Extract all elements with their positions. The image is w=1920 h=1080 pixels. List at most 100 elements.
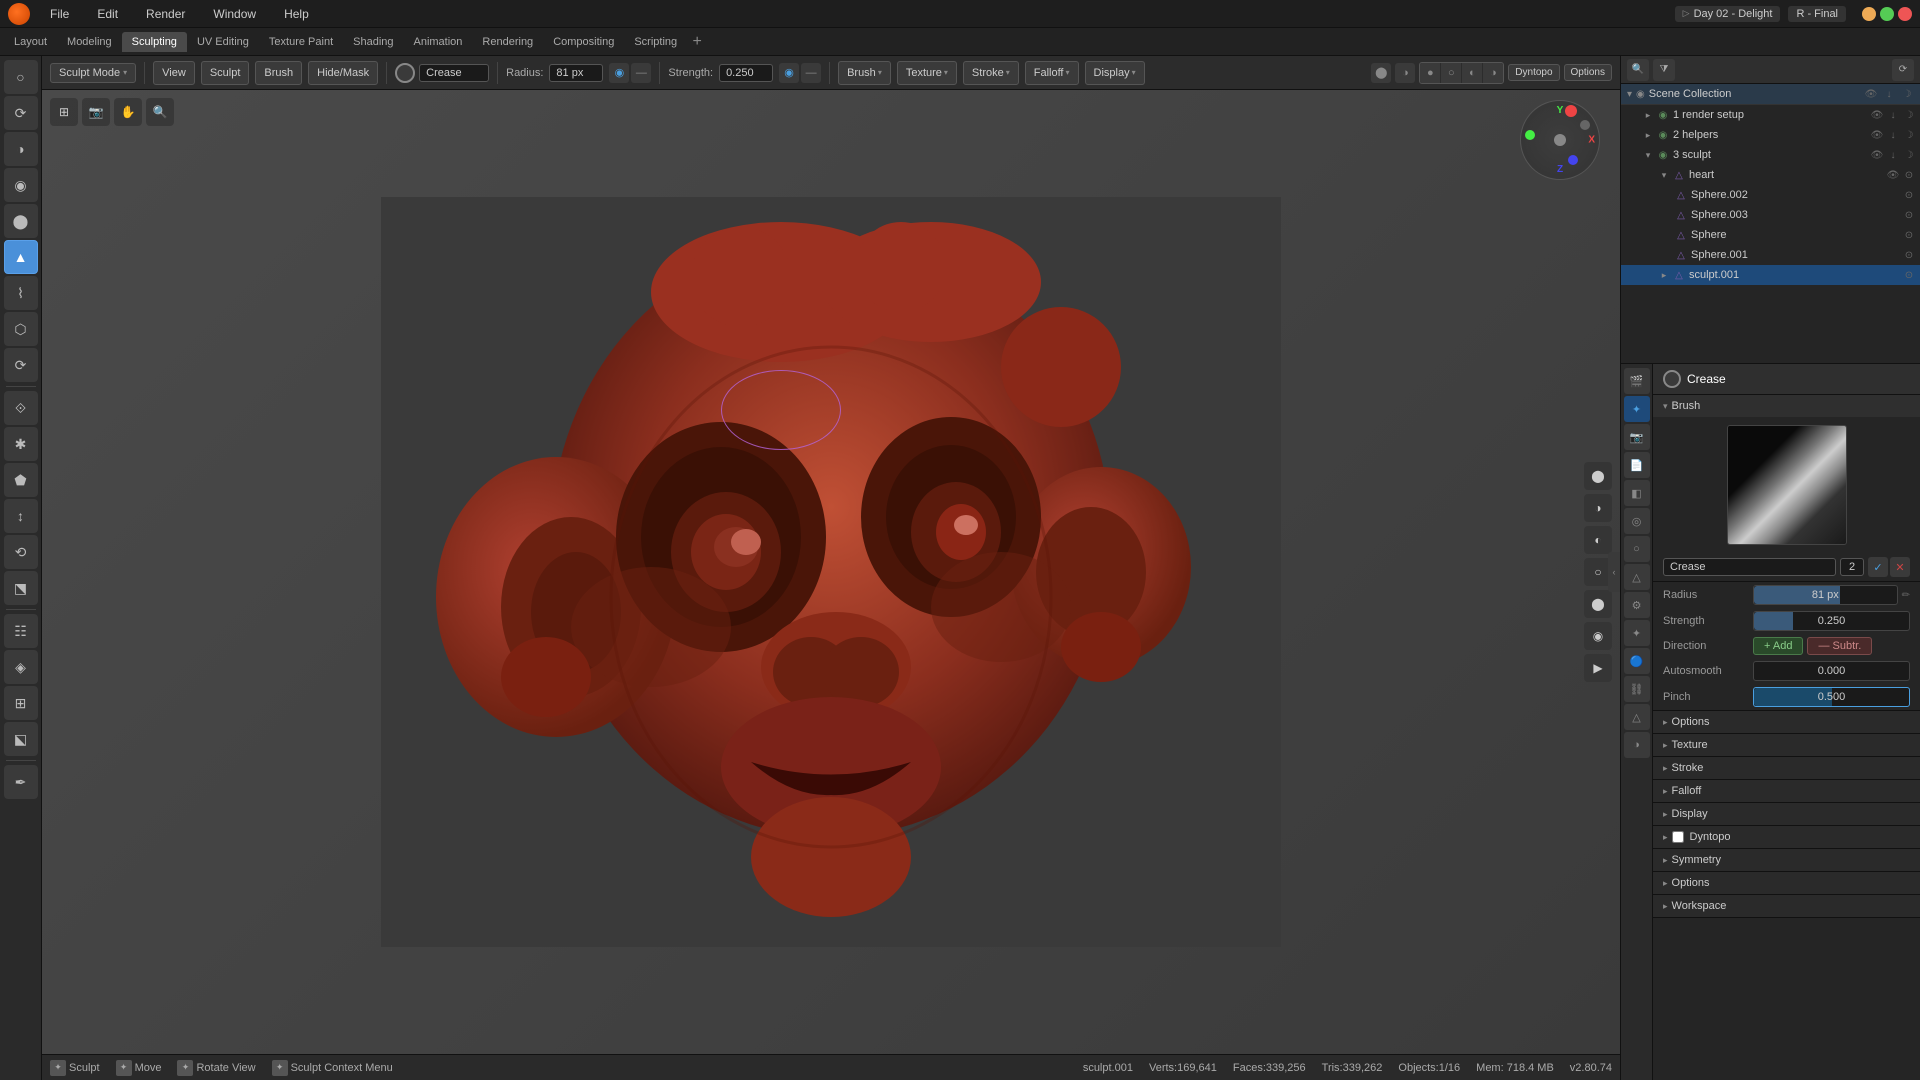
heart-vis1[interactable]: 👁 bbox=[1886, 168, 1900, 182]
outliner-helpers[interactable]: ▸ ◉ 2 helpers 👁 ↓ ☽ bbox=[1621, 125, 1920, 145]
pose-tool-btn[interactable]: ⬔ bbox=[4, 571, 38, 605]
material-props-btn[interactable]: ◑ bbox=[1624, 732, 1650, 758]
material-btn[interactable]: ◑ bbox=[1483, 63, 1503, 83]
constraint-props-btn[interactable]: ⛓ bbox=[1624, 676, 1650, 702]
crease-tool-btn[interactable]: ▲ bbox=[4, 240, 38, 274]
sculpt-001-vis1[interactable]: ⊙ bbox=[1902, 268, 1916, 282]
display-dropdown[interactable]: Display ▾ bbox=[1085, 61, 1145, 85]
3d-viewport[interactable]: ⊞ 📷 ✋ 🔍 X Y Z ⬤ bbox=[42, 90, 1620, 1054]
scene-col-sel[interactable]: ↓ bbox=[1882, 87, 1896, 101]
outliner-sculpt-001[interactable]: ▸ △ sculpt.001 ⊙ bbox=[1621, 265, 1920, 285]
pinch-tool2-btn[interactable]: ✱ bbox=[4, 427, 38, 461]
render-setup-vis2[interactable]: ↓ bbox=[1886, 108, 1900, 122]
grab-tool-btn[interactable]: ⬟ bbox=[4, 463, 38, 497]
crease-check-btn[interactable]: ✓ bbox=[1868, 557, 1888, 577]
draw-tool-btn[interactable]: ○ bbox=[4, 60, 38, 94]
viewport-hand-btn[interactable]: ✋ bbox=[114, 98, 142, 126]
direction-sub-btn[interactable]: — Subtr. bbox=[1807, 637, 1872, 655]
outliner-sculpt-group[interactable]: ▾ ◉ 3 sculpt 👁 ↓ ☽ bbox=[1621, 145, 1920, 165]
strength-lock-btn[interactable]: ◉ bbox=[779, 63, 799, 83]
tab-uv-editing[interactable]: UV Editing bbox=[187, 32, 259, 52]
heart-vis2[interactable]: ⊙ bbox=[1902, 168, 1916, 182]
tab-animation[interactable]: Animation bbox=[404, 32, 473, 52]
view-layer-props-btn[interactable]: ◧ bbox=[1624, 480, 1650, 506]
pinch-value-bar[interactable]: 0.500 bbox=[1753, 687, 1910, 707]
smooth-tool-btn[interactable]: ⟳ bbox=[4, 96, 38, 130]
window-minimize[interactable] bbox=[1862, 7, 1876, 21]
sphere-003-vis1[interactable]: ⊙ bbox=[1902, 208, 1916, 222]
flatten-tool-btn[interactable]: ⌇ bbox=[4, 276, 38, 310]
scene-col-hide[interactable]: ☽ bbox=[1900, 87, 1914, 101]
vp-right-btn1[interactable]: ⬤ bbox=[1584, 462, 1612, 490]
help-menu[interactable]: Help bbox=[276, 5, 317, 23]
symmetry-header[interactable]: ▸ Symmetry bbox=[1653, 849, 1920, 871]
brush-panel-header[interactable]: Crease bbox=[1653, 364, 1920, 395]
outliner-sphere-003[interactable]: △ Sphere.003 ⊙ bbox=[1621, 205, 1920, 225]
brush-name-input[interactable] bbox=[419, 64, 489, 82]
vp-right-btn3[interactable]: ◐ bbox=[1584, 526, 1612, 554]
scrape-tool-btn[interactable]: ⟳ bbox=[4, 348, 38, 382]
render-setup-vis3[interactable]: ☽ bbox=[1902, 108, 1916, 122]
sculpt-group-vis2[interactable]: ↓ bbox=[1886, 148, 1900, 162]
viewport-perspective-btn[interactable]: ⊞ bbox=[50, 98, 78, 126]
sculpt-group-vis1[interactable]: 👁 bbox=[1870, 148, 1884, 162]
scene-props-icon-btn[interactable]: ◎ bbox=[1624, 508, 1650, 534]
particle-props-btn[interactable]: ✦ bbox=[1624, 620, 1650, 646]
add-workspace-tab[interactable]: + bbox=[687, 32, 707, 52]
helpers-vis3[interactable]: ☽ bbox=[1902, 128, 1916, 142]
texture-header[interactable]: ▸ Texture bbox=[1653, 734, 1920, 756]
stroke-dropdown[interactable]: Stroke ▾ bbox=[963, 61, 1019, 85]
sphere-002-vis1[interactable]: ⊙ bbox=[1902, 188, 1916, 202]
nav-y-axis[interactable]: Y bbox=[1557, 105, 1564, 116]
nav-gizmo-circle[interactable]: X Y Z bbox=[1520, 100, 1600, 180]
thumb-tool-btn[interactable]: ⟲ bbox=[4, 535, 38, 569]
wireframe-btn[interactable]: ○ bbox=[1441, 63, 1461, 83]
pinch-tool-btn[interactable]: ◑ bbox=[4, 132, 38, 166]
annotate-btn[interactable]: ✒ bbox=[4, 765, 38, 799]
hidemask-btn[interactable]: Hide/Mask bbox=[308, 61, 378, 85]
render-menu[interactable]: Render bbox=[138, 5, 193, 23]
active-tool-props-btn[interactable]: ✦ bbox=[1624, 396, 1650, 422]
options-btn[interactable]: Options bbox=[1564, 64, 1612, 81]
edit-menu[interactable]: Edit bbox=[89, 5, 126, 23]
slide-relax-btn[interactable]: ⊞ bbox=[4, 686, 38, 720]
outliner-sphere-002[interactable]: △ Sphere.002 ⊙ bbox=[1621, 185, 1920, 205]
viewport-camera-btn[interactable]: 📷 bbox=[82, 98, 110, 126]
sculpt-btn[interactable]: Sculpt bbox=[201, 61, 250, 85]
window-menu[interactable]: Window bbox=[205, 5, 264, 23]
rendered-btn[interactable]: ◐ bbox=[1462, 63, 1482, 83]
scene-col-vis[interactable]: 👁 bbox=[1864, 87, 1878, 101]
outliner-search-btn[interactable]: 🔍 bbox=[1627, 59, 1649, 81]
crease-name-input[interactable] bbox=[1663, 558, 1836, 576]
dyntopo-checkbox[interactable] bbox=[1672, 831, 1684, 843]
strength-minus-btn[interactable]: — bbox=[801, 63, 821, 83]
radius-input[interactable] bbox=[549, 64, 603, 82]
stroke-header[interactable]: ▸ Stroke bbox=[1653, 757, 1920, 779]
tab-compositing[interactable]: Compositing bbox=[543, 32, 624, 52]
outliner-render-setup[interactable]: ▸ ◉ 1 render setup 👁 ↓ ☽ bbox=[1621, 105, 1920, 125]
vp-right-btn7[interactable]: ▶ bbox=[1584, 654, 1612, 682]
xray-btn[interactable]: ◑ bbox=[1395, 63, 1415, 83]
outliner-sphere[interactable]: △ Sphere ⊙ bbox=[1621, 225, 1920, 245]
helpers-vis1[interactable]: 👁 bbox=[1870, 128, 1884, 142]
brush-btn[interactable]: Brush bbox=[255, 61, 302, 85]
inflate-tool-btn[interactable]: ◉ bbox=[4, 168, 38, 202]
collapse-right-panel-btn[interactable]: ‹ bbox=[1608, 552, 1620, 592]
options-2-header[interactable]: ▸ Options bbox=[1653, 872, 1920, 894]
autosmooth-value-bar[interactable]: 0.000 bbox=[1753, 661, 1910, 681]
tab-texture-paint[interactable]: Texture Paint bbox=[259, 32, 343, 52]
strength-value-bar[interactable]: 0.250 bbox=[1753, 611, 1910, 631]
view-btn[interactable]: View bbox=[153, 61, 195, 85]
display-header[interactable]: ▸ Display bbox=[1653, 803, 1920, 825]
options-header[interactable]: ▸ Options bbox=[1653, 711, 1920, 733]
window-close[interactable] bbox=[1898, 7, 1912, 21]
sphere-001-vis1[interactable]: ⊙ bbox=[1902, 248, 1916, 262]
helpers-vis2[interactable]: ↓ bbox=[1886, 128, 1900, 142]
boundary-tool-btn[interactable]: ⬕ bbox=[4, 722, 38, 756]
window-maximize[interactable] bbox=[1880, 7, 1894, 21]
radius-value-bar[interactable]: 81 px bbox=[1753, 585, 1898, 605]
snake-hook-btn[interactable]: ↕ bbox=[4, 499, 38, 533]
world-props-btn[interactable]: ○ bbox=[1624, 536, 1650, 562]
radius-lock-btn[interactable]: ◉ bbox=[609, 63, 629, 83]
render-props-btn[interactable]: 📷 bbox=[1624, 424, 1650, 450]
